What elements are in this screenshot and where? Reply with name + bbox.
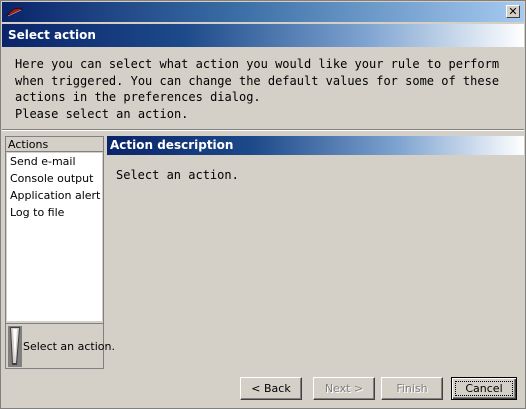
- divider: [2, 129, 524, 131]
- page-title: Select action: [8, 28, 96, 42]
- title-bar[interactable]: ✕: [2, 2, 524, 22]
- cancel-button[interactable]: Cancel: [451, 377, 517, 400]
- action-item-send-email[interactable]: Send e-mail: [7, 153, 102, 170]
- description-text: Select an action.: [116, 168, 239, 182]
- next-button[interactable]: Next >: [313, 377, 375, 400]
- action-item-console-output[interactable]: Console output: [7, 170, 102, 187]
- close-icon: ✕: [508, 5, 518, 18]
- actions-header: Actions: [6, 137, 103, 152]
- finish-button[interactable]: Finish: [381, 377, 443, 400]
- app-icon: [6, 7, 23, 17]
- focus-rect: [455, 381, 513, 396]
- wizard-header: Select action: [2, 24, 524, 47]
- action-item-application-alert[interactable]: Application alert: [7, 187, 102, 204]
- action-item-log-to-file[interactable]: Log to file: [7, 204, 102, 221]
- wizard-window: ✕ Select action Here you can select what…: [0, 0, 526, 409]
- description-title: Action description: [110, 138, 234, 152]
- status-text: Select an action.: [23, 340, 115, 353]
- close-button[interactable]: ✕: [506, 5, 520, 18]
- description-header: Action description: [107, 136, 524, 155]
- actions-list[interactable]: Send e-mail Console output Application a…: [7, 153, 102, 321]
- intro-text: Here you can select what action you woul…: [15, 57, 500, 121]
- scroll-icon: [8, 326, 22, 367]
- action-status: Select an action.: [6, 323, 115, 369]
- back-button[interactable]: < Back: [240, 377, 302, 400]
- actions-panel: Actions Send e-mail Console output Appli…: [5, 136, 115, 369]
